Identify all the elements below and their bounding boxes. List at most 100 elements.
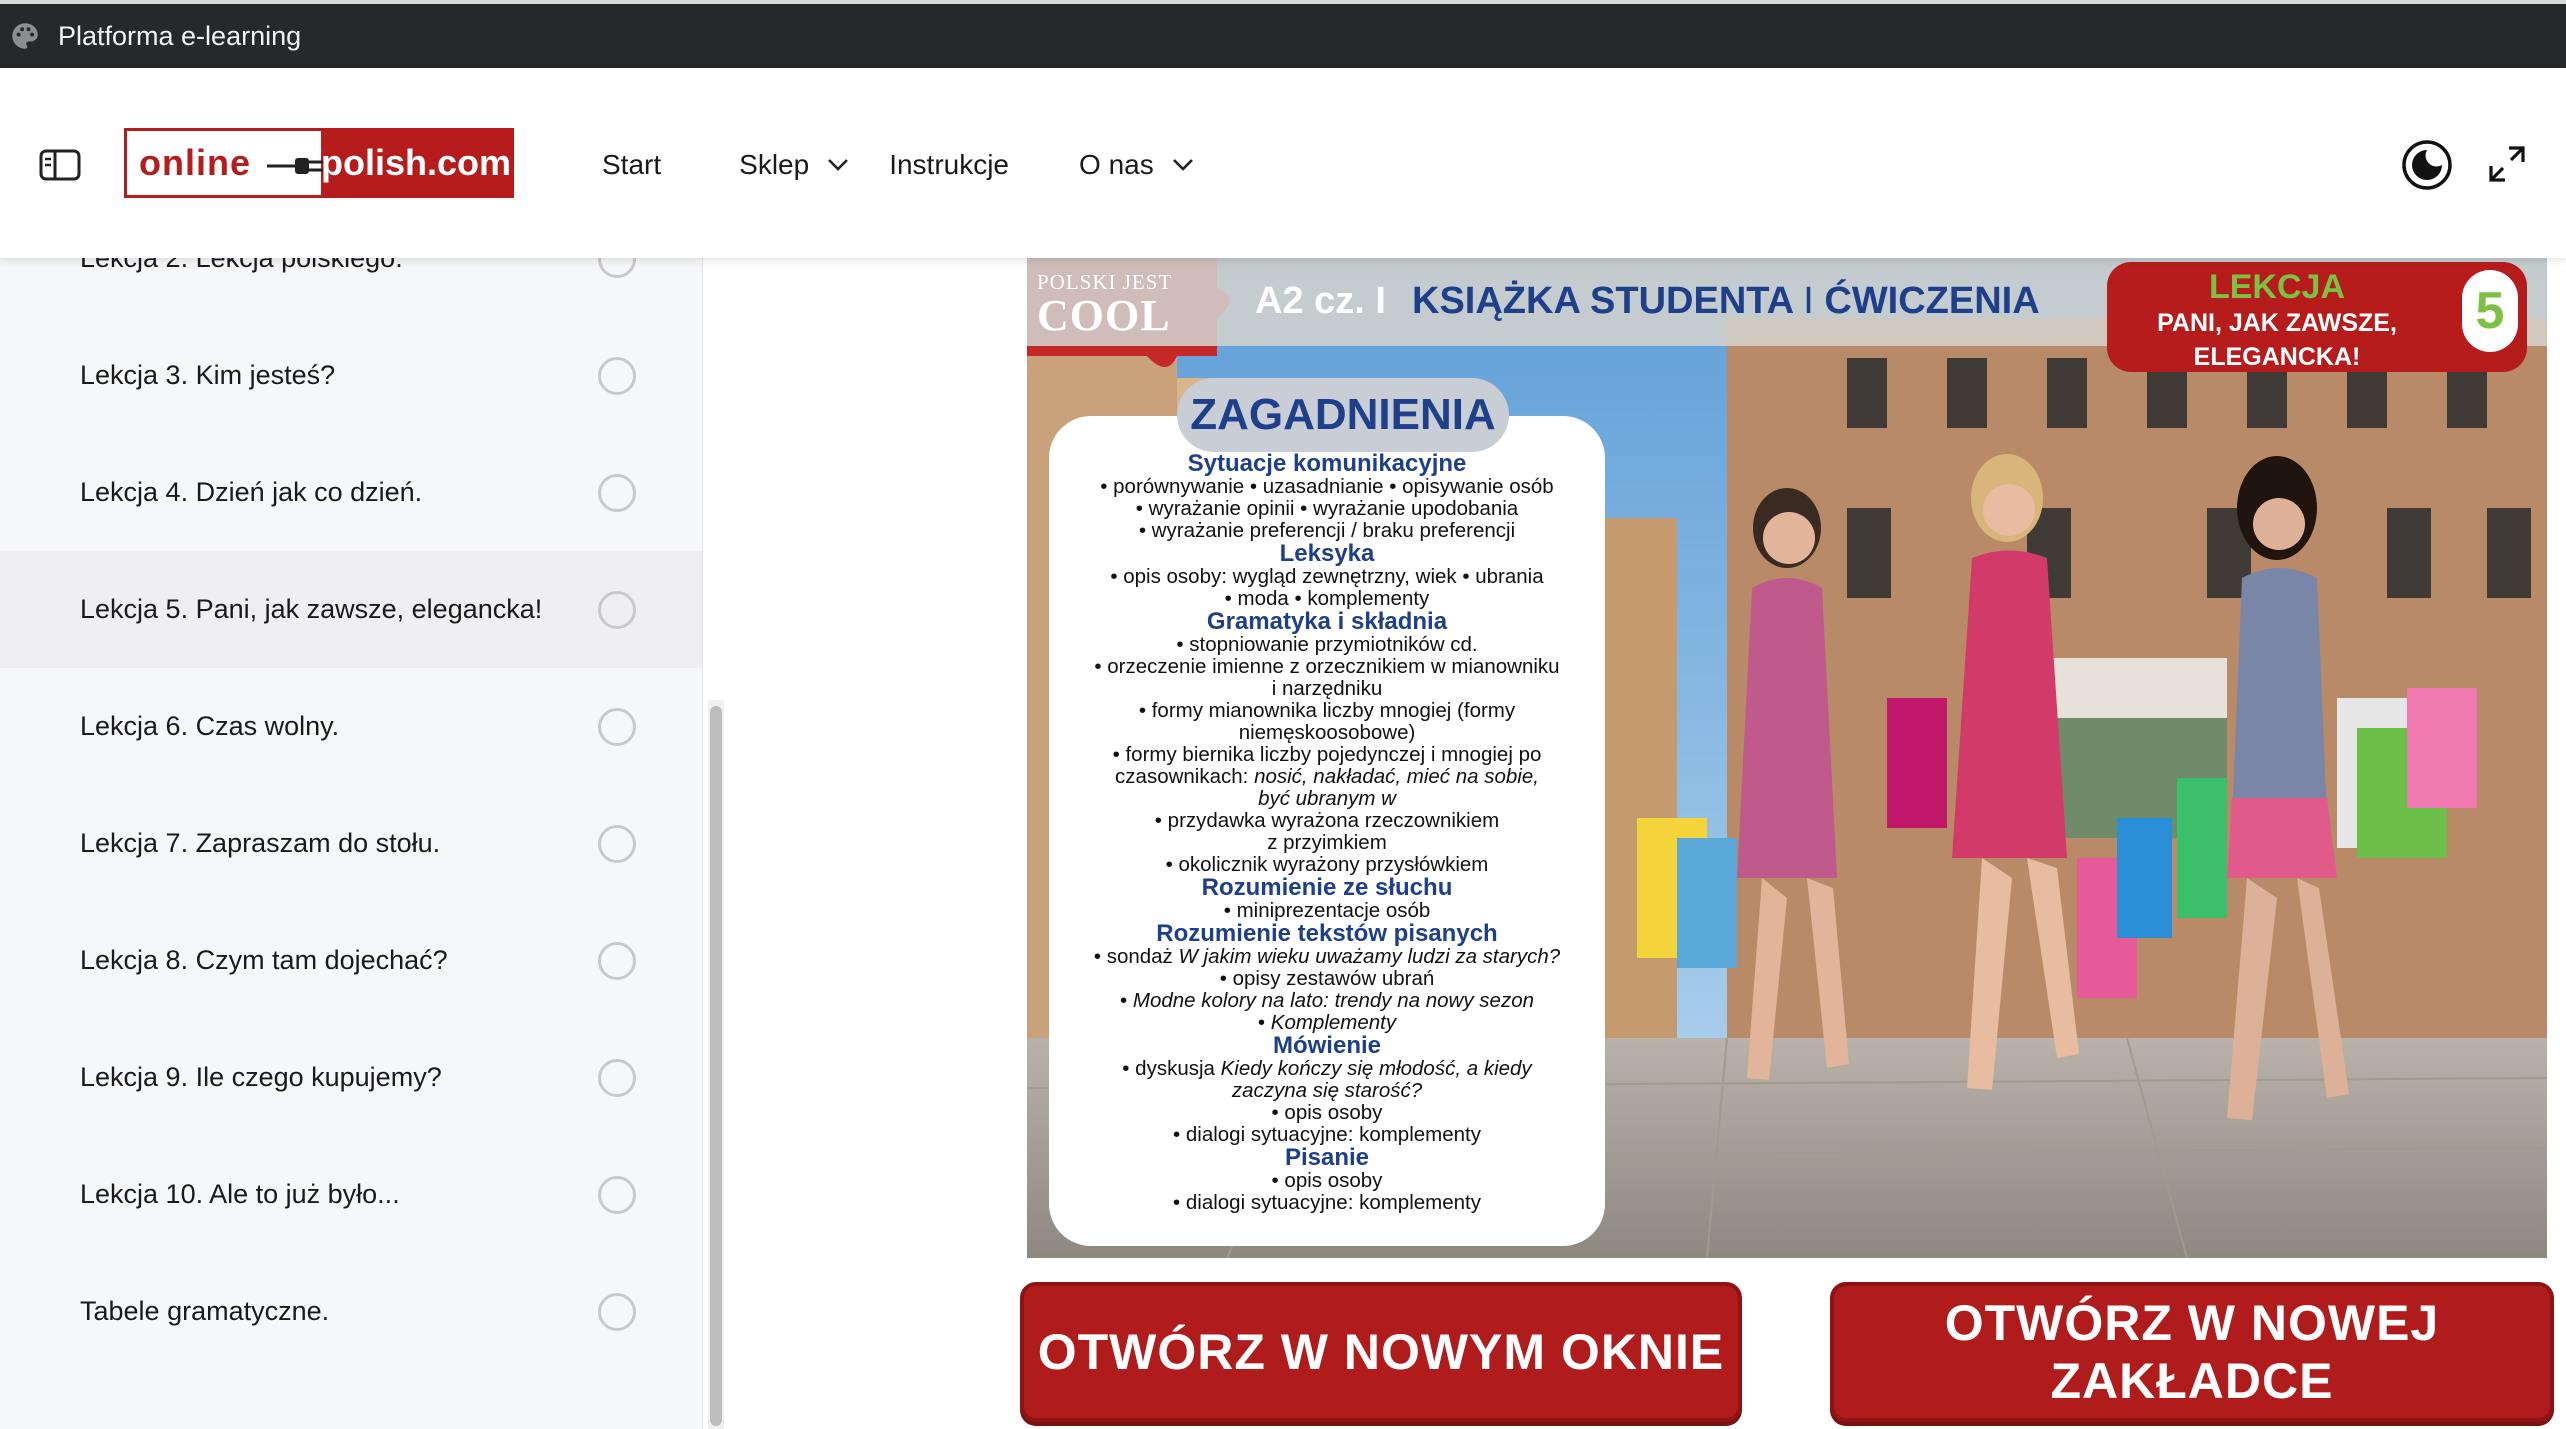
topic-line: czasownikach: nosić, nakładać, mieć na s… — [1049, 766, 1605, 788]
book-title-tail: ĆWICZENIA — [1824, 280, 2040, 322]
lesson-badge-title-line2: ELEGANCKA! — [2193, 343, 2361, 371]
topic-heading: Pisanie — [1284, 1144, 1370, 1171]
topic-line-italic: W jakim wieku uważamy ludzi za starych? — [1178, 945, 1561, 968]
lesson-label: Lekcja 2. Lekcja polskiego. — [80, 258, 403, 273]
topic-line: i narzędniku — [1271, 677, 1383, 700]
topic-line: • opis osoby: wygląd zewnętrzny, wiek • … — [1110, 565, 1544, 588]
nav-about[interactable]: O nas — [1079, 149, 1194, 181]
list-item[interactable]: Lekcja 3. Kim jesteś? — [0, 317, 702, 434]
lesson-label: Lekcja 9. Ile czego kupujemy? — [80, 1062, 442, 1092]
series-bottom-text: COOL — [1037, 291, 1171, 340]
topic-line: z przyimkiem — [1267, 831, 1387, 854]
circle-icon[interactable] — [598, 356, 636, 395]
topics-heading: ZAGADNIENIA — [1177, 378, 1509, 452]
lesson-label: Lekcja 8. Czym tam dojechać? — [80, 945, 448, 975]
expand-icon[interactable] — [2485, 142, 2529, 186]
lesson-label: Lekcja 6. Czas wolny. — [80, 711, 340, 741]
window-title: Platforma e-learning — [58, 20, 302, 51]
nav-start-label: Start — [602, 149, 662, 180]
topics-list: Sytuacje komunikacyjne • porównywanie • … — [1049, 452, 1605, 1214]
topic-line: • Modne kolory na lato: trendy na nowy s… — [1049, 990, 1605, 1012]
lesson-badge: LEKCJA PANI, JAK ZAWSZE, ELEGANCKA! 5 — [2107, 262, 2527, 372]
topic-line-italic: Modne kolory na lato: trendy na nowy sez… — [1132, 989, 1534, 1012]
topic-line: • wyrażanie preferencji / braku preferen… — [1138, 519, 1516, 542]
lesson-label: Lekcja 4. Dzień jak co dzień. — [80, 477, 423, 507]
circle-icon[interactable] — [598, 824, 636, 863]
topic-heading: Rozumienie tekstów pisanych — [1156, 920, 1498, 947]
topic-line: • stopniowanie przymiotników cd. — [1176, 633, 1478, 656]
topic-heading: Gramatyka i składnia — [1206, 608, 1448, 635]
plug-icon — [266, 158, 323, 174]
topic-line-part: • dyskusja — [1122, 1057, 1221, 1080]
topic-line: niemęskoosobowe) — [1238, 721, 1416, 744]
topic-line: • wyrażanie opinii • wyrażanie upodobani… — [1135, 497, 1519, 520]
open-new-tab-button[interactable]: OTWÓRZ W NOWEJ ZAKŁADCE — [1830, 1282, 2554, 1422]
circle-icon[interactable] — [598, 590, 636, 629]
topic-line: • moda • komplementy — [1224, 587, 1430, 610]
nav-shop[interactable]: Sklep — [739, 149, 849, 181]
logo-text-left: online — [139, 142, 251, 183]
topic-line: • orzeczenie imienne z orzecznikiem w mi… — [1094, 655, 1560, 678]
nav-instructions[interactable]: Instrukcje — [889, 149, 1009, 181]
circle-icon[interactable] — [598, 258, 636, 278]
main-nav: Start Sklep Instrukcje O nas — [602, 140, 1194, 190]
circle-icon[interactable] — [598, 1058, 636, 1097]
palette-icon — [12, 23, 38, 49]
lesson-badge-title-line1: PANI, JAK ZAWSZE, — [2157, 309, 2397, 337]
chevron-down-icon — [828, 159, 849, 171]
topic-line-italic: nosić, nakładać, mieć na sobie, — [1254, 765, 1539, 788]
book-title-and: I — [1803, 280, 1814, 322]
circle-icon[interactable] — [598, 1175, 636, 1214]
sidebar-scrollbar[interactable] — [710, 706, 722, 1426]
circle-icon[interactable] — [598, 473, 636, 512]
topic-line: • dyskusja Kiedy kończy się młodość, a k… — [1049, 1058, 1605, 1080]
topic-line: • opisy zestawów ubrań — [1219, 967, 1435, 990]
list-item[interactable]: Lekcja 8. Czym tam dojechać? — [0, 902, 702, 1019]
list-item-active[interactable]: Lekcja 5. Pani, jak zawsze, elegancka! — [0, 551, 702, 668]
list-item[interactable]: Lekcja 4. Dzień jak co dzień. — [0, 434, 702, 551]
topic-line-italic: Kiedy kończy się młodość, a kiedy — [1220, 1057, 1532, 1080]
circle-icon[interactable] — [598, 941, 636, 980]
topic-line-part: • — [1257, 1011, 1271, 1034]
window-titlebar: Platforma e-learning — [0, 0, 2566, 68]
nav-instructions-label: Instrukcje — [889, 149, 1010, 180]
topic-line: • przydawka wyrażona rzeczownikiem — [1154, 809, 1500, 832]
logo-text-right: polish.com — [320, 142, 511, 183]
list-item[interactable]: Tabele gramatyczne. — [0, 1253, 702, 1370]
topic-line: • okolicznik wyrażony przysłówkiem — [1165, 853, 1489, 876]
lesson-badge-title: PANI, JAK ZAWSZE, ELEGANCKA! — [2107, 306, 2447, 374]
lesson-sidebar: Lekcja 2. Lekcja polskiego. Lekcja 3. Ki… — [0, 258, 703, 1429]
lesson-cover-image: POLSKI JEST COOL A2 cz. I KSIĄŻKA STUDEN… — [1027, 258, 2547, 1258]
topic-line: • opis osoby — [1271, 1101, 1383, 1124]
circle-icon[interactable] — [598, 1292, 636, 1331]
chevron-down-icon — [1172, 159, 1193, 171]
topic-heading: Sytuacje komunikacyjne — [1187, 450, 1467, 477]
nav-start[interactable]: Start — [602, 149, 661, 181]
nav-about-label: O nas — [1079, 149, 1154, 180]
series-badge: POLSKI JEST COOL — [1027, 258, 1222, 398]
topic-line: zaczyna się starość? — [1049, 1080, 1605, 1102]
topic-heading: Mówienie — [1272, 1032, 1381, 1059]
circle-icon[interactable] — [598, 707, 636, 746]
sidebar-toggle-icon[interactable] — [38, 148, 82, 182]
topic-line: • Komplementy — [1049, 1012, 1605, 1034]
topic-line: • opis osoby — [1271, 1169, 1383, 1192]
topic-line: • formy biernika liczby pojedynczej i mn… — [1112, 743, 1542, 766]
dark-mode-icon[interactable] — [2400, 138, 2454, 192]
topic-line: być ubranym w — [1049, 788, 1605, 810]
topic-line: • formy mianownika liczby mnogiej (formy — [1138, 699, 1516, 722]
list-item[interactable]: Lekcja 2. Lekcja polskiego. — [0, 258, 702, 317]
lesson-label: Lekcja 5. Pani, jak zawsze, elegancka! — [80, 594, 543, 624]
topic-line-part: • sondaż — [1093, 945, 1179, 968]
lesson-label: Lekcja 3. Kim jesteś? — [80, 360, 336, 390]
list-item[interactable]: Lekcja 7. Zapraszam do stołu. — [0, 785, 702, 902]
topic-heading: Rozumienie ze słuchu — [1201, 874, 1453, 901]
list-item[interactable]: Lekcja 6. Czas wolny. — [0, 668, 702, 785]
list-item[interactable]: Lekcja 10. Ale to już było... — [0, 1136, 702, 1253]
site-logo[interactable]: online polish.com — [124, 128, 514, 198]
open-new-window-button[interactable]: OTWÓRZ W NOWYM OKNIE — [1020, 1282, 1742, 1422]
topic-line: • porównywanie • uzasadnianie • opisywan… — [1100, 475, 1554, 498]
top-navbar: online polish.com Start Sklep Instrukcje… — [0, 68, 2566, 258]
list-item[interactable]: Lekcja 9. Ile czego kupujemy? — [0, 1019, 702, 1136]
topic-line-italic: być ubranym w — [1258, 787, 1396, 810]
